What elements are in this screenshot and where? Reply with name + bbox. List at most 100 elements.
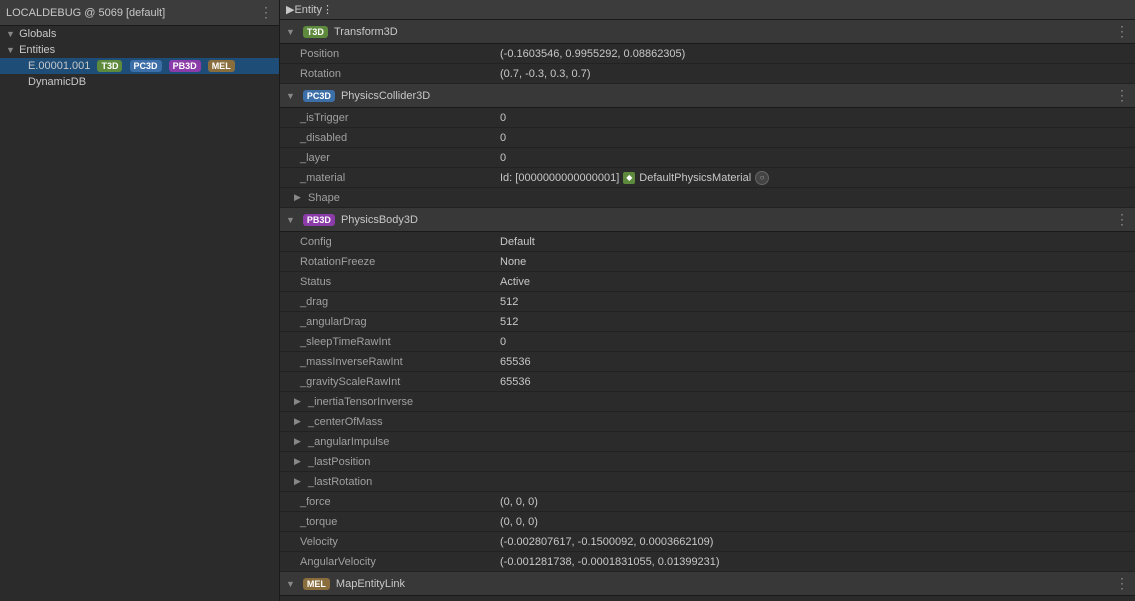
tag-mel-badge: MEL [208,60,235,72]
sleeptime-row: _sleepTimeRawInt 0 [280,332,1135,352]
tag-pc3d-badge: PC3D [130,60,162,72]
lastrotation-label: _lastRotation [308,476,372,488]
massinverse-value: 65536 [500,356,1129,368]
centerofmass-row[interactable]: ▶ _centerOfMass [280,412,1135,432]
force-row: _force (0, 0, 0) [280,492,1135,512]
entity-arrow: ▶ [286,3,294,16]
drag-label: _drag [300,296,500,308]
physicscollider3d-header[interactable]: ▼ PC3D PhysicsCollider3D ⋮ [280,84,1135,108]
drag-value: 512 [500,296,1129,308]
entity-1-label: E.00001.001 [28,60,90,72]
mapentitylink-header[interactable]: ▼ MEL MapEntityLink ⋮ [280,572,1135,596]
lastrotation-arrow: ▶ [294,476,304,487]
left-panel-header: LOCALDEBUG @ 5069 [default] ⋮ [0,0,279,26]
physicsbody3d-badge: PB3D [303,214,335,226]
lastrotation-row[interactable]: ▶ _lastRotation [280,472,1135,492]
tree-item-entity-1[interactable]: E.00001.001 T3D PC3D PB3D MEL [0,58,279,74]
layer-label: _layer [300,152,500,164]
app-title: LOCALDEBUG @ 5069 [default] [6,7,165,19]
physicscollider3d-menu[interactable]: ⋮ [1115,87,1129,104]
angularvelocity-row: AngularVelocity (-0.001281738, -0.000183… [280,552,1135,572]
transform3d-menu[interactable]: ⋮ [1115,23,1129,40]
rotation-label: Rotation [300,68,500,80]
rotationfreeze-row: RotationFreeze None [280,252,1135,272]
gravityscale-label: _gravityScaleRawInt [300,376,500,388]
angulardrag-value: 512 [500,316,1129,328]
rotation-row: Rotation (0.7, -0.3, 0.3, 0.7) [280,64,1135,84]
material-icon: ◆ [623,172,635,184]
velocity-row: Velocity (-0.002807617, -0.1500092, 0.00… [280,532,1135,552]
angularimpulse-arrow: ▶ [294,436,304,447]
position-value: (-0.1603546, 0.9955292, 0.08862305) [500,48,1129,60]
right-panel: ▶ Entity ⋮ ▼ T3D Transform3D ⋮ Position … [280,0,1135,601]
dynamicdb-label: DynamicDB [28,76,86,88]
status-row: Status Active [280,272,1135,292]
angularvelocity-value: (-0.001281738, -0.0001831055, 0.01399231… [500,556,1129,568]
disabled-value: 0 [500,132,1129,144]
material-circle-btn[interactable]: ○ [755,171,769,185]
tree-item-dynamicdb[interactable]: DynamicDB [0,74,279,90]
mapentitylink-title: MapEntityLink [336,578,1115,590]
velocity-value: (-0.002807617, -0.1500092, 0.0003662109) [500,536,1129,548]
tree-item-entities[interactable]: ▼ Entities [0,42,279,58]
physicsbody3d-header[interactable]: ▼ PB3D PhysicsBody3D ⋮ [280,208,1135,232]
inertiatensor-row[interactable]: ▶ _inertiaTensorInverse [280,392,1135,412]
disabled-label: _disabled [300,132,500,144]
angularimpulse-row[interactable]: ▶ _angularImpulse [280,432,1135,452]
inertiatensor-arrow: ▶ [294,396,304,407]
drag-row: _drag 512 [280,292,1135,312]
physicscollider3d-title: PhysicsCollider3D [341,90,1115,102]
position-label: Position [300,48,500,60]
entity-section-header: ▶ Entity ⋮ [280,0,1135,20]
angularvelocity-label: AngularVelocity [300,556,500,568]
velocity-label: Velocity [300,536,500,548]
status-value: Active [500,276,1129,288]
material-name: DefaultPhysicsMaterial [639,172,751,184]
torque-value: (0, 0, 0) [500,516,1129,528]
physicsbody3d-menu[interactable]: ⋮ [1115,211,1129,228]
layer-value: 0 [500,152,1129,164]
physicsbody3d-arrow: ▼ [286,215,295,225]
tag-pb3d-badge: PB3D [169,60,201,72]
physicscollider3d-arrow: ▼ [286,91,295,101]
torque-row: _torque (0, 0, 0) [280,512,1135,532]
massinverse-row: _massInverseRawInt 65536 [280,352,1135,372]
tree-item-globals[interactable]: ▼ Globals [0,26,279,42]
centerofmass-arrow: ▶ [294,416,304,427]
material-label: _material [300,172,500,184]
istrigger-label: _isTrigger [300,112,500,124]
force-label: _force [300,496,500,508]
config-row: Config Default [280,232,1135,252]
material-value-container: Id: [0000000000000001] ◆ DefaultPhysicsM… [500,171,1129,185]
rotationfreeze-value: None [500,256,1129,268]
centerofmass-label: _centerOfMass [308,416,383,428]
angulardrag-row: _angularDrag 512 [280,312,1135,332]
gravityscale-row: _gravityScaleRawInt 65536 [280,372,1135,392]
layer-row: _layer 0 [280,148,1135,168]
left-panel: LOCALDEBUG @ 5069 [default] ⋮ ▼ Globals … [0,0,280,601]
rotationfreeze-label: RotationFreeze [300,256,500,268]
sleeptime-value: 0 [500,336,1129,348]
material-row: _material Id: [0000000000000001] ◆ Defau… [280,168,1135,188]
mapentitylink-arrow: ▼ [286,579,295,589]
transform3d-badge: T3D [303,26,328,38]
shape-row[interactable]: ▶ Shape [280,188,1135,208]
globals-label: Globals [19,28,56,40]
gravityscale-value: 65536 [500,376,1129,388]
lastposition-row[interactable]: ▶ _lastPosition [280,452,1135,472]
disabled-row: _disabled 0 [280,128,1135,148]
shape-label: Shape [308,192,340,204]
left-panel-menu-icon[interactable]: ⋮ [259,4,273,21]
entities-arrow: ▼ [6,45,16,55]
physicsbody3d-title: PhysicsBody3D [341,214,1115,226]
material-id: Id: [0000000000000001] [500,172,619,184]
transform3d-header[interactable]: ▼ T3D Transform3D ⋮ [280,20,1135,44]
sleeptime-label: _sleepTimeRawInt [300,336,500,348]
angularimpulse-label: _angularImpulse [308,436,389,448]
shape-arrow: ▶ [294,192,304,203]
status-label: Status [300,276,500,288]
mapentitylink-menu[interactable]: ⋮ [1115,575,1129,592]
transform3d-title: Transform3D [334,26,1115,38]
entity-menu-icon[interactable]: ⋮ [322,3,333,16]
config-value: Default [500,236,1129,248]
